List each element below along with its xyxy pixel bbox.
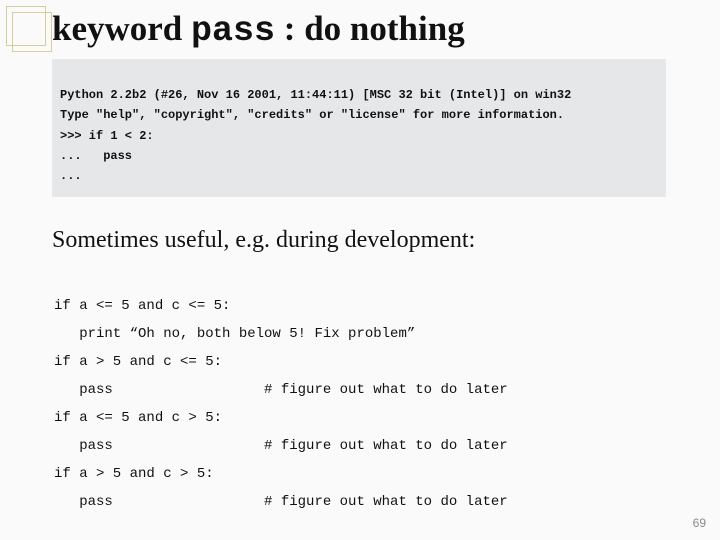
code-line: pass # figure out what to do later [54,438,508,454]
body-paragraph: Sometimes useful, e.g. during developmen… [52,227,668,254]
console-line: Python 2.2b2 (#26, Nov 16 2001, 11:44:11… [60,88,571,102]
code-line: print “Oh no, both below 5! Fix problem” [54,326,415,342]
title-keyword: pass [191,11,275,51]
code-line: if a <= 5 and c > 5: [54,410,222,426]
code-line: if a <= 5 and c <= 5: [54,298,230,314]
console-line: >>> if 1 < 2: [60,129,154,143]
slide-title: keyword pass : do nothing [52,10,668,51]
code-line: if a > 5 and c > 5: [54,466,214,482]
slide-content: keyword pass : do nothing Python 2.2b2 (… [0,0,720,540]
console-line: ... pass [60,149,132,163]
console-line: ... [60,169,82,183]
code-line: pass # figure out what to do later [54,382,508,398]
code-line: if a > 5 and c <= 5: [54,354,222,370]
title-pre: keyword [52,9,191,48]
code-block: if a <= 5 and c <= 5: print “Oh no, both… [54,264,668,516]
title-post: : do nothing [275,9,465,48]
console-block: Python 2.2b2 (#26, Nov 16 2001, 11:44:11… [52,59,666,197]
code-line: pass # figure out what to do later [54,494,508,510]
page-number: 69 [693,516,706,530]
console-line: Type "help", "copyright", "credits" or "… [60,108,564,122]
